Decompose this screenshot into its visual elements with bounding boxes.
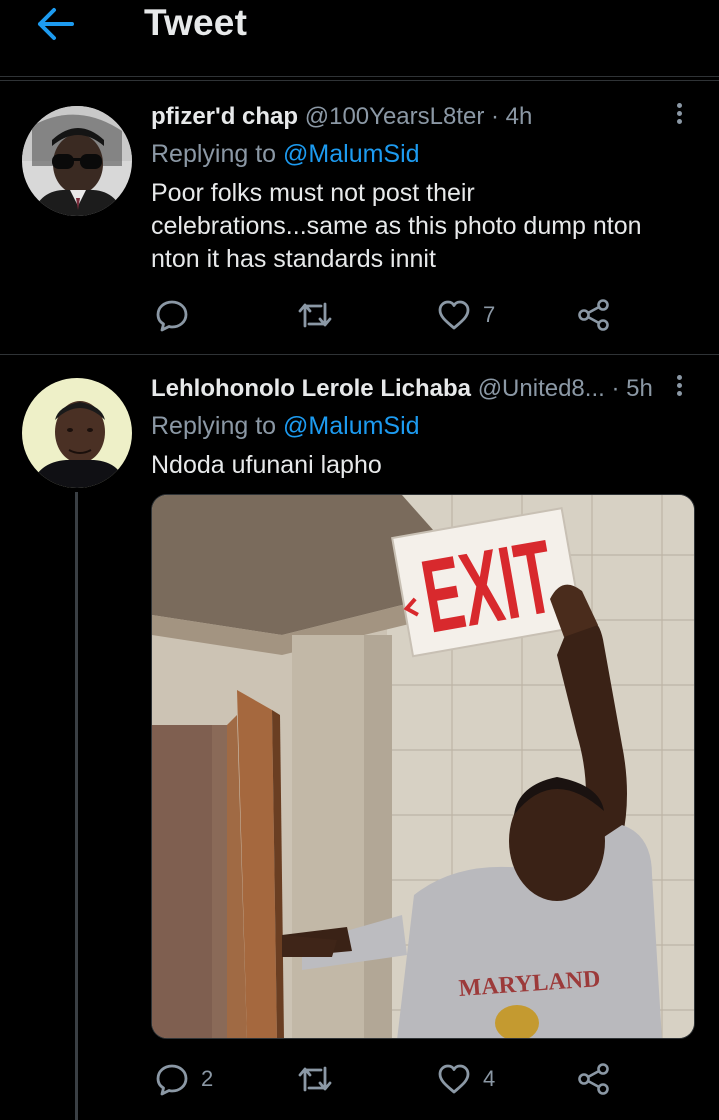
replying-to-label: Replying to — [151, 412, 277, 440]
tweet-header: Lehlohonolo Lerole Lichaba @United8... ·… — [151, 374, 653, 404]
avatar[interactable] — [22, 378, 132, 488]
tweet-image[interactable]: EXIT MARYLAND — [151, 494, 695, 1039]
share-button[interactable] — [577, 1059, 611, 1099]
reply-bubble-icon — [156, 1064, 188, 1096]
more-vertical-icon — [668, 375, 690, 396]
reply-button[interactable]: 2 — [155, 1059, 213, 1099]
timestamp[interactable]: · 5h — [611, 375, 652, 402]
display-name[interactable]: Lehlohonolo Lerole Lichaba — [151, 375, 471, 402]
handle[interactable]: @United8... — [478, 375, 605, 402]
mention-link[interactable]: @MalumSid — [283, 412, 420, 440]
tweet-actions: 2 4 — [151, 1059, 671, 1099]
like-button[interactable]: 4 — [437, 1059, 495, 1099]
tweet-reply-2[interactable]: Lehlohonolo Lerole Lichaba @United8... ·… — [0, 0, 719, 1120]
exit-sign-text: EXIT — [414, 519, 562, 656]
retweet-icon — [298, 1066, 332, 1092]
thread-line — [75, 492, 78, 1120]
retweet-button[interactable] — [297, 1059, 345, 1099]
tweet-text: Ndoda ufunani lapho — [151, 451, 382, 479]
replying-to: Replying to @MalumSid — [151, 411, 420, 441]
reply-count: 2 — [201, 1066, 214, 1091]
more-button[interactable] — [668, 372, 690, 406]
like-count: 4 — [483, 1066, 496, 1091]
heart-icon — [438, 1064, 470, 1094]
share-icon — [578, 1063, 609, 1095]
